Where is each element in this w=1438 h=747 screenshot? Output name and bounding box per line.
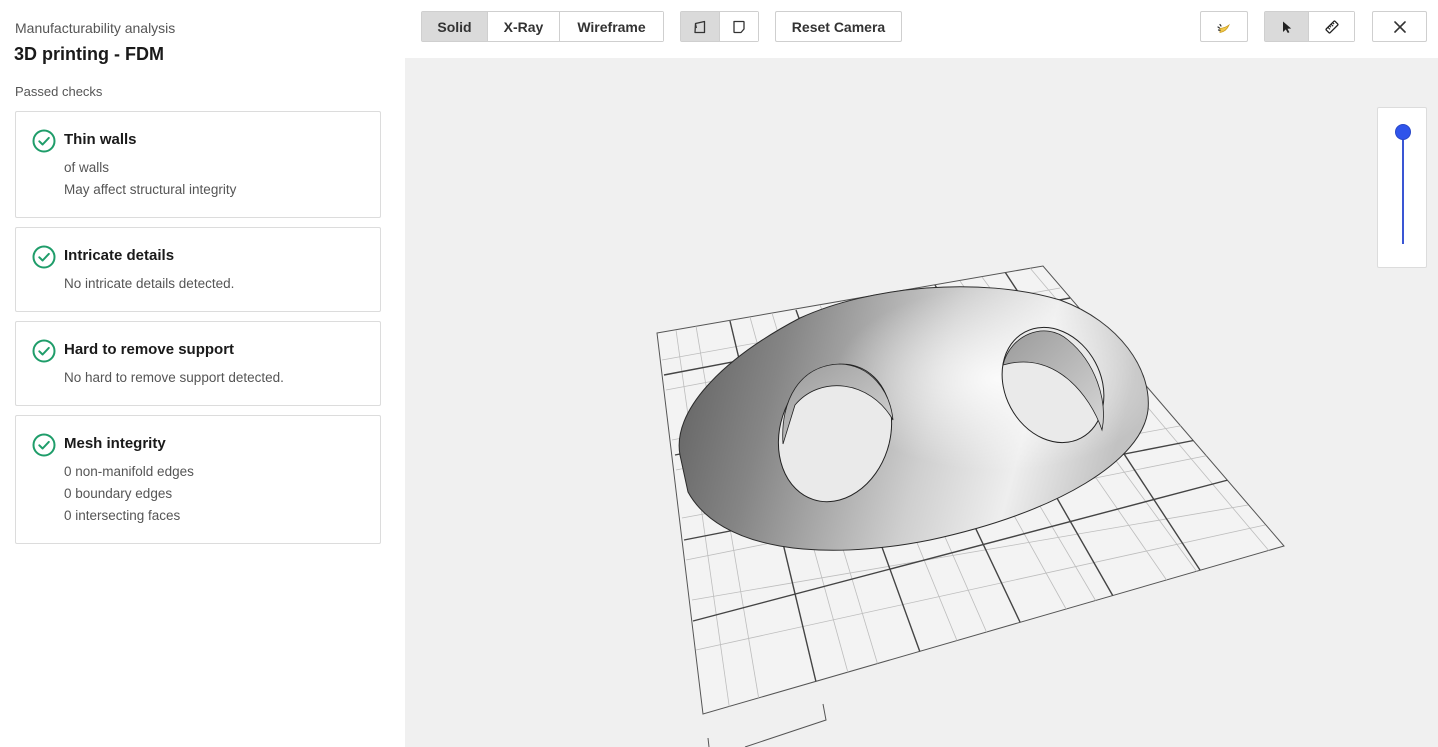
check-title: Intricate details	[64, 247, 175, 264]
check-card-mesh-integrity: Mesh integrity 0 non-manifold edges 0 bo…	[15, 415, 381, 544]
close-icon	[1393, 20, 1406, 33]
check-detail: 0 intersecting faces	[64, 508, 181, 523]
reset-camera-button[interactable]: Reset Camera	[775, 11, 902, 42]
passed-checks-label: Passed checks	[15, 84, 103, 99]
check-circle-icon	[32, 339, 56, 363]
check-list: Thin walls of walls May affect structura…	[15, 111, 381, 553]
light-icon	[1217, 23, 1230, 33]
panel-eyebrow: Manufacturability analysis	[15, 20, 176, 36]
model-viewport[interactable]	[405, 58, 1438, 747]
check-title: Mesh integrity	[64, 435, 166, 452]
view-mode-toggle: Solid X-Ray Wireframe	[421, 11, 664, 42]
check-circle-icon	[32, 129, 56, 153]
check-circle-icon	[32, 433, 56, 457]
check-card-hard-to-remove-support: Hard to remove support No hard to remove…	[15, 321, 381, 406]
view-mode-wireframe-button[interactable]: Wireframe	[560, 12, 663, 41]
view-mode-solid-button[interactable]: Solid	[422, 12, 488, 41]
lighting-button[interactable]	[1200, 11, 1248, 42]
check-detail: of walls	[64, 160, 110, 175]
section-slider[interactable]	[1377, 107, 1427, 268]
close-button[interactable]	[1372, 11, 1427, 42]
check-detail: No intricate details detected.	[64, 276, 235, 291]
check-card-thin-walls: Thin walls of walls May affect structura…	[15, 111, 381, 218]
check-card-intricate-details: Intricate details No intricate details d…	[15, 227, 381, 312]
slider-track[interactable]	[1402, 132, 1404, 244]
slider-handle[interactable]	[1396, 125, 1410, 139]
orthographic-button[interactable]	[720, 12, 758, 41]
view-mode-xray-button[interactable]: X-Ray	[488, 12, 560, 41]
tool-toggle	[1264, 11, 1355, 42]
check-title: Thin walls	[64, 131, 137, 148]
check-circle-icon	[32, 245, 56, 269]
analysis-panel: Manufacturability analysis 3D printing -…	[0, 0, 405, 747]
projection-toggle	[680, 11, 759, 42]
check-detail: May affect structural integrity	[64, 182, 237, 197]
ruler-icon	[1324, 19, 1339, 34]
page-title: 3D printing - FDM	[14, 44, 164, 64]
check-detail: 0 boundary edges	[64, 486, 173, 501]
perspective-icon	[694, 20, 706, 33]
orthographic-icon	[733, 20, 745, 33]
measure-tool-button[interactable]	[1309, 12, 1354, 41]
perspective-button[interactable]	[681, 12, 720, 41]
check-detail: No hard to remove support detected.	[64, 370, 284, 385]
check-detail: 0 non-manifold edges	[64, 464, 194, 479]
model-scene	[656, 265, 1285, 747]
cursor-icon	[1282, 21, 1291, 33]
check-title: Hard to remove support	[64, 341, 235, 358]
select-tool-button[interactable]	[1265, 12, 1309, 41]
